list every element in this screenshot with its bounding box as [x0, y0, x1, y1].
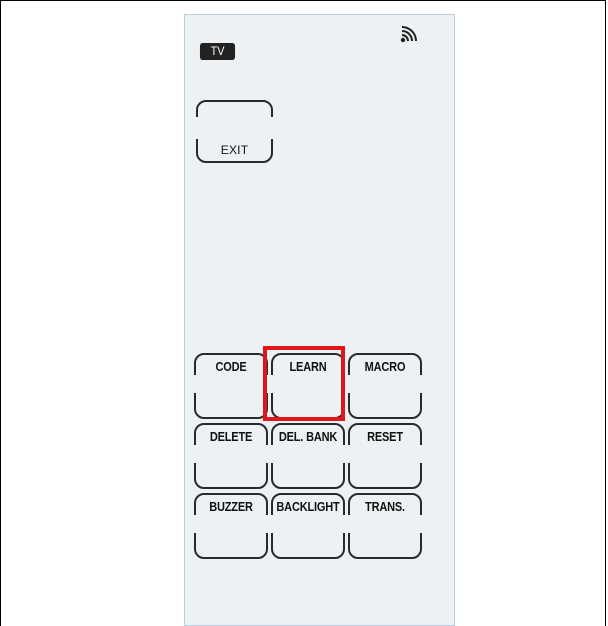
button-macro[interactable]: MACRO	[345, 353, 425, 419]
outline-gap	[268, 515, 274, 533]
button-label: BUZZER	[209, 500, 253, 514]
button-label: DELETE	[209, 430, 253, 444]
exit-button[interactable]: EXIT	[193, 100, 276, 163]
button-label: RESET	[367, 430, 403, 444]
button-label: BACKLIGHT	[276, 500, 340, 514]
outline-gap	[419, 445, 425, 463]
signal-wave-icon	[400, 26, 417, 43]
button-label: CODE	[215, 360, 247, 374]
button-learn[interactable]: LEARN	[268, 353, 348, 419]
outline-gap	[191, 375, 197, 393]
button-label: MACRO	[364, 360, 406, 374]
button-label: LEARN	[289, 360, 327, 374]
outline-gap	[345, 445, 351, 463]
outline-gap	[191, 515, 197, 533]
outline-gap	[268, 445, 274, 463]
outline-gap	[345, 515, 351, 533]
button-del-bank[interactable]: DEL. BANK	[268, 423, 348, 489]
outline-gap	[419, 515, 425, 533]
button-trans[interactable]: TRANS.	[345, 493, 425, 559]
button-code[interactable]: CODE	[191, 353, 271, 419]
outline-gap	[419, 375, 425, 393]
button-delete[interactable]: DELETE	[191, 423, 271, 489]
button-label: TRANS.	[365, 500, 405, 514]
outline-gap	[268, 375, 274, 393]
button-label: DEL. BANK	[278, 430, 338, 444]
button-reset[interactable]: RESET	[345, 423, 425, 489]
mode-badge: TV	[199, 43, 236, 60]
outline-gap	[191, 445, 197, 463]
exit-label: EXIT	[220, 143, 249, 157]
button-backlight[interactable]: BACKLIGHT	[268, 493, 348, 559]
outline-gap	[345, 375, 351, 393]
button-buzzer[interactable]: BUZZER	[191, 493, 271, 559]
